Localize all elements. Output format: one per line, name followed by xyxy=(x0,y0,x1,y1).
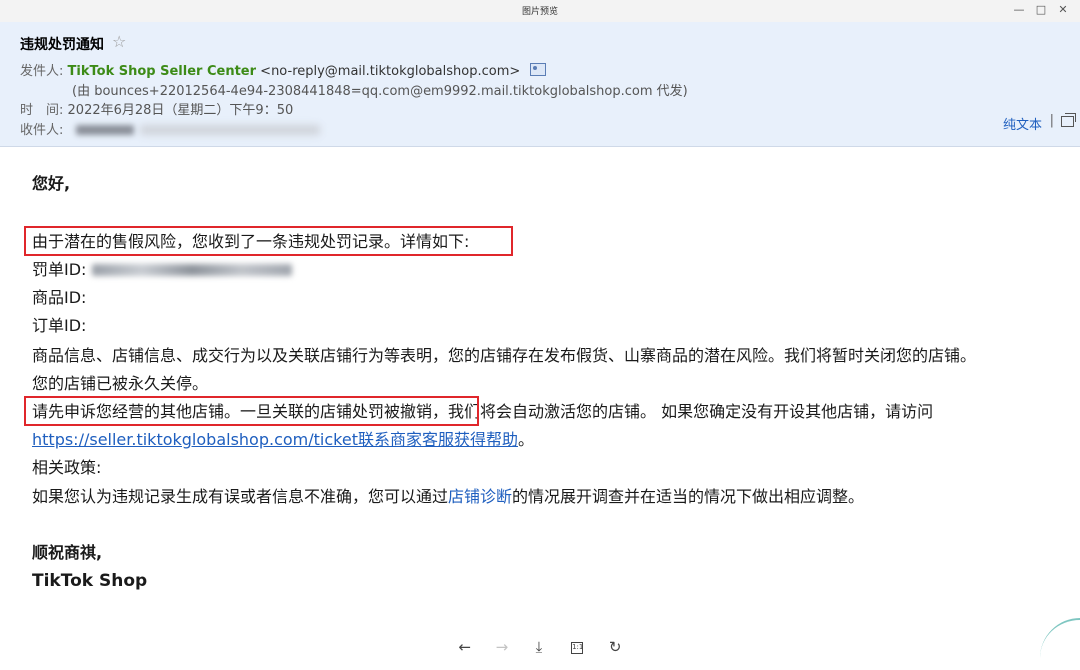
recipient-redacted-tail xyxy=(139,125,320,135)
help-link-suffix: 。 xyxy=(517,430,534,449)
window-title: 图片预览 xyxy=(521,7,558,17)
viewer-toolbar: ← → ⤓ 1:1 ↻ xyxy=(0,636,1080,658)
penalty-id-label: 罚单ID: xyxy=(32,260,87,279)
sender-name[interactable]: TikTok Shop Seller Center xyxy=(68,64,257,79)
shop-diagnosis-link[interactable]: 店铺诊断 xyxy=(448,487,512,506)
maximize-button[interactable]: □ xyxy=(1030,2,1052,18)
policy-post: 的情况展开调查并在适当的情况下做出相应调整。 xyxy=(512,487,865,506)
closing: 顺祝商祺, xyxy=(32,543,103,562)
recipient-label: 收件人: xyxy=(20,123,64,138)
next-icon[interactable]: → xyxy=(491,636,513,658)
time-value: 2022年6月28日（星期二）下午9：50 xyxy=(67,103,294,118)
rotate-icon[interactable]: ↻ xyxy=(604,636,626,658)
time-row: 时 间: 2022年6月28日（星期二）下午9：50 xyxy=(20,99,293,118)
window-titlebar: 图片预览 — □ ✕ xyxy=(0,0,1080,23)
policy-pre: 如果您认为违规记录生成有误或者信息不准确，您可以通过 xyxy=(32,487,449,506)
email-header: 违规处罚通知 ☆ 发件人: TikTok Shop Seller Center … xyxy=(0,22,1080,147)
download-icon[interactable]: ⤓ xyxy=(528,636,550,658)
sender-row: 发件人: TikTok Shop Seller Center <no-reply… xyxy=(20,60,547,79)
penalty-id-redacted xyxy=(91,264,292,276)
penalty-id-row: 罚单ID: xyxy=(32,256,292,284)
signature: TikTok Shop xyxy=(32,571,148,591)
order-id-label: 订单ID: xyxy=(32,316,87,335)
time-label: 时 间: xyxy=(20,103,64,118)
star-icon[interactable]: ☆ xyxy=(112,32,126,51)
email-subject: 违规处罚通知 xyxy=(20,37,104,53)
recipient-redacted xyxy=(75,125,134,135)
policy-label: 相关政策: xyxy=(32,458,102,477)
highlight-box-appeal xyxy=(24,396,479,426)
close-button[interactable]: ✕ xyxy=(1052,2,1074,18)
sender-label: 发件人: xyxy=(20,64,64,79)
actual-size-icon[interactable]: 1:1 xyxy=(571,641,583,654)
help-link-row: https://seller.tiktokglobalshop.com/tick… xyxy=(32,426,534,454)
previous-icon[interactable]: ← xyxy=(454,636,476,658)
minimize-button[interactable]: — xyxy=(1008,2,1030,18)
popout-icon[interactable] xyxy=(1061,113,1076,127)
paragraph-2: 您的店铺已被永久关停。 xyxy=(32,374,209,393)
policy-text: 如果您认为违规记录生成有误或者信息不准确，您可以通过店铺诊断的情况展开调查并在适… xyxy=(32,483,864,511)
corner-decoration xyxy=(1040,618,1080,670)
greeting: 您好, xyxy=(32,174,71,193)
plain-text-link[interactable]: 纯文本 xyxy=(1003,114,1042,133)
highlight-box-intro xyxy=(24,226,513,256)
header-separator: | xyxy=(1049,113,1054,128)
help-link[interactable]: https://seller.tiktokglobalshop.com/tick… xyxy=(32,430,518,449)
product-id-label: 商品ID: xyxy=(32,288,87,307)
paragraph-1: 商品信息、店铺信息、成交行为以及关联店铺行为等表明，您的店铺存在发布假货、山寨商… xyxy=(32,346,977,365)
contact-card-icon[interactable] xyxy=(530,63,547,76)
recipient-row: 收件人: xyxy=(20,119,320,138)
sender-address: <no-reply@mail.tiktokglobalshop.com> xyxy=(260,64,521,79)
via-row: (由 bounces+22012564-4e94-2308441848=qq.c… xyxy=(72,84,688,99)
